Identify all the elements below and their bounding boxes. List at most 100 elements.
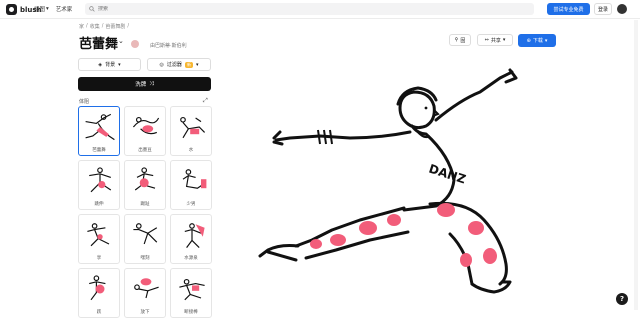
breadcrumb-separator: / bbox=[127, 23, 130, 29]
share-label: 共享 bbox=[490, 37, 501, 44]
pose-caption: 放下 bbox=[140, 310, 150, 315]
pin-icon: ⚲ bbox=[454, 37, 459, 43]
download-button[interactable]: ⊕ 下载 ▾ bbox=[518, 34, 556, 47]
pose-thumbnail bbox=[89, 275, 106, 301]
try-pro-button[interactable]: 尝试专业免费 bbox=[547, 3, 590, 15]
pose-tile[interactable]: 少男 bbox=[170, 160, 212, 210]
user-avatar[interactable] bbox=[617, 4, 627, 14]
raised-arm bbox=[434, 70, 514, 122]
back-foot bbox=[258, 244, 300, 262]
breadcrumb-home[interactable]: 家 bbox=[79, 23, 84, 30]
pose-tile[interactable]: 放下 bbox=[124, 268, 166, 318]
chevron-down-icon: ▾ bbox=[502, 37, 506, 43]
share-icon: ⇔ bbox=[484, 37, 489, 43]
filter-label: 过滤器 bbox=[166, 62, 182, 68]
pose-thumbnail bbox=[184, 223, 205, 249]
pose-grid: 芭蕾舞 出墨豆 水 跳伸 踢趾 少男 享 嘿刻 水源泉 跃 放下 断接棒 bbox=[78, 106, 212, 318]
pose-thumbnail bbox=[85, 113, 115, 141]
shuffle-icon: ⤨ bbox=[149, 80, 154, 87]
breadcrumb-current[interactable]: 芭蕾舞剧 bbox=[105, 23, 125, 30]
pose-thumbnail bbox=[133, 223, 158, 245]
pose-thumbnail bbox=[87, 223, 110, 247]
download-label: 下载 bbox=[532, 38, 543, 44]
help-button[interactable]: ? bbox=[616, 293, 628, 305]
author-avatar[interactable] bbox=[131, 40, 139, 48]
logo-icon bbox=[6, 4, 17, 15]
new-badge: 新 bbox=[184, 61, 193, 68]
filter-icon: ◎ bbox=[159, 61, 164, 68]
expand-icon[interactable]: ⤢ bbox=[203, 97, 208, 105]
background-label: 背景 bbox=[105, 62, 116, 68]
pose-tile[interactable]: 踢趾 bbox=[124, 160, 166, 210]
pose-caption: 水 bbox=[188, 148, 194, 153]
pose-tile[interactable]: 享 bbox=[78, 214, 120, 264]
pose-thumbnail bbox=[134, 278, 159, 299]
extended-arm bbox=[274, 130, 412, 142]
pose-caption: 出墨豆 bbox=[138, 148, 152, 153]
background-select[interactable]: ◈ 背景 ▾ bbox=[78, 58, 141, 71]
shuffle-label: 洗牌 bbox=[135, 82, 147, 88]
pin-label: 固 bbox=[460, 37, 466, 44]
pose-tile[interactable]: 水源泉 bbox=[170, 214, 212, 264]
shuffle-button[interactable]: 洗牌 ⤨ bbox=[78, 77, 211, 91]
pose-caption: 少男 bbox=[186, 202, 196, 207]
breadcrumb-separator: / bbox=[101, 23, 104, 29]
pose-caption: 踢趾 bbox=[140, 202, 150, 207]
pin-button[interactable]: ⚲ 固 bbox=[449, 34, 471, 46]
poses-heading: 体阻 bbox=[79, 99, 90, 105]
main-nav: 插图 ▾ 艺术家 bbox=[34, 5, 72, 13]
download-icon: ⊕ bbox=[526, 37, 531, 44]
pose-tile[interactable]: 跳伸 bbox=[78, 160, 120, 210]
pose-thumbnail bbox=[89, 167, 112, 193]
nav-item-label: 艺术家 bbox=[55, 7, 73, 13]
pose-tile[interactable]: 水 bbox=[170, 106, 212, 156]
share-button[interactable]: ⇔ 共享 ▾ bbox=[477, 34, 513, 46]
chevron-down-icon: ▾ bbox=[544, 37, 548, 44]
leg-pattern bbox=[310, 203, 497, 267]
pose-caption: 跃 bbox=[96, 310, 102, 315]
nav-item-illustrations[interactable]: 插图 ▾ bbox=[34, 5, 49, 13]
nav-item-label: 插图 bbox=[34, 7, 46, 13]
chevron-down-icon: ▾ bbox=[118, 61, 121, 68]
author-name[interactable]: 由巴斯蒂·斯伯利 bbox=[150, 42, 187, 49]
pose-thumbnail bbox=[182, 169, 207, 189]
top-bar: blush 插图▾ 艺术家 尝试专业免费 登录 bbox=[0, 0, 640, 19]
search-input[interactable] bbox=[98, 6, 298, 12]
raised-hand bbox=[504, 68, 518, 84]
pose-thumbnail bbox=[179, 278, 205, 301]
front-foot bbox=[470, 280, 512, 294]
paint-bucket-icon: ◈ bbox=[98, 61, 103, 68]
vertical-scrollbar[interactable] bbox=[634, 20, 638, 310]
breadcrumb-separator: / bbox=[86, 23, 88, 29]
filter-select[interactable]: ◎ 过滤器 新 ▾ bbox=[147, 58, 211, 71]
pose-thumbnail bbox=[180, 116, 206, 139]
pose-caption: 断接棒 bbox=[184, 310, 198, 315]
page-title: 芭蕾舞 bbox=[79, 37, 119, 52]
pose-tile[interactable]: 出墨豆 bbox=[124, 106, 166, 156]
nav-item-artists[interactable]: 艺术家 bbox=[56, 5, 73, 13]
pose-caption: 享 bbox=[96, 256, 102, 261]
main-illustration: DANZ bbox=[258, 68, 518, 294]
search-bar[interactable] bbox=[85, 3, 534, 15]
pose-tile[interactable]: 嘿刻 bbox=[124, 214, 166, 264]
chevron-down-icon: ▾ bbox=[195, 61, 199, 68]
pose-thumbnail bbox=[132, 116, 160, 135]
pose-caption: 水源泉 bbox=[184, 256, 198, 261]
pose-tile[interactable]: 跃 bbox=[78, 268, 120, 318]
search-icon bbox=[89, 6, 95, 12]
pose-thumbnail bbox=[134, 167, 156, 191]
chevron-down-icon: ▾ bbox=[46, 6, 49, 12]
pose-caption: 嘿刻 bbox=[140, 256, 150, 261]
chevron-down-icon[interactable]: ⌄ bbox=[118, 37, 124, 45]
hair bbox=[396, 86, 438, 106]
login-button[interactable]: 登录 bbox=[594, 3, 612, 15]
pose-caption: 跳伸 bbox=[94, 202, 104, 207]
shirt-text: DANZ bbox=[427, 162, 468, 187]
breadcrumb-collection[interactable]: 收集 bbox=[90, 23, 100, 30]
eye bbox=[424, 106, 428, 110]
pose-caption: 芭蕾舞 bbox=[92, 148, 106, 153]
pose-tile[interactable]: 芭蕾舞 bbox=[78, 106, 120, 156]
breadcrumb: 家 / 收集 / 芭蕾舞剧 / bbox=[79, 23, 129, 30]
head bbox=[398, 90, 436, 130]
pose-tile[interactable]: 断接棒 bbox=[170, 268, 212, 318]
